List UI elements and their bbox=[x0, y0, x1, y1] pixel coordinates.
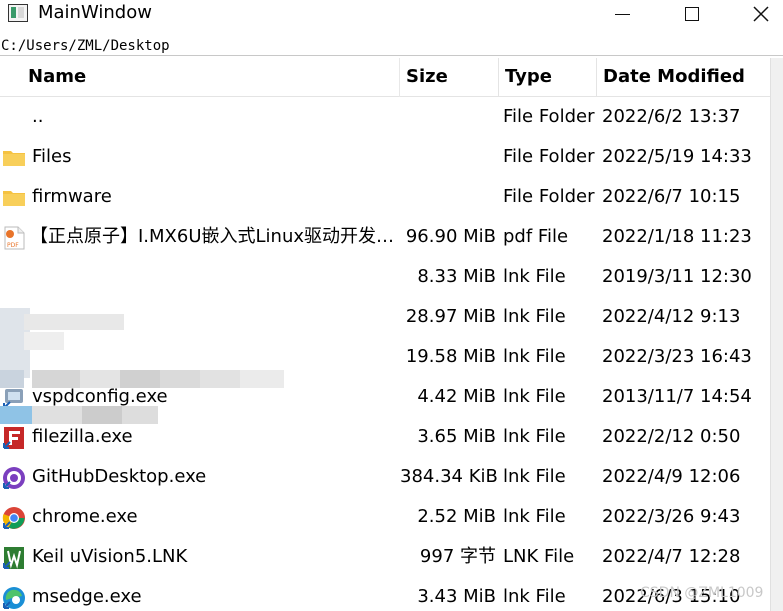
file-name: Files bbox=[32, 146, 72, 167]
file-size: 96.90 MiB bbox=[405, 226, 496, 247]
table-row[interactable]: Keil uVision5.LNK 997 字节 LNK File 2022/4… bbox=[0, 538, 770, 578]
file-type: File Folder bbox=[503, 106, 595, 127]
watermark: CSDN @ZML1009 bbox=[640, 585, 764, 601]
file-name: firmware bbox=[32, 186, 112, 207]
file-type: lnk File bbox=[503, 306, 566, 327]
file-type: File Folder bbox=[503, 146, 595, 167]
file-date: 2022/2/12 0:50 bbox=[602, 426, 741, 447]
minimize-icon bbox=[614, 13, 630, 15]
file-date: 2022/6/7 10:15 bbox=[602, 186, 741, 207]
edge-icon bbox=[3, 587, 25, 609]
file-date: 2022/4/9 12:06 bbox=[602, 466, 741, 487]
file-size bbox=[400, 178, 499, 218]
file-type: lnk File bbox=[503, 506, 566, 527]
file-size bbox=[400, 138, 499, 178]
filezilla-icon bbox=[3, 427, 24, 449]
file-type: File Folder bbox=[503, 186, 595, 207]
file-size: 3.65 MiB bbox=[417, 426, 496, 447]
file-size bbox=[400, 98, 499, 138]
file-name: vspdconfig.exe bbox=[32, 386, 168, 407]
file-date: 2019/3/11 12:30 bbox=[602, 266, 752, 287]
vspd-icon bbox=[3, 389, 23, 409]
table-row[interactable]: 19.58 MiB lnk File 2022/3/23 16:43 bbox=[0, 338, 770, 378]
folder-icon bbox=[3, 191, 25, 206]
file-type: lnk File bbox=[503, 266, 566, 287]
vertical-scrollbar[interactable] bbox=[770, 58, 783, 611]
app-window-icon bbox=[8, 4, 28, 22]
file-name: 【正点原子】I.MX6U嵌入式Linux驱动开发… bbox=[30, 226, 395, 247]
file-name bbox=[32, 298, 400, 338]
file-type: lnk File bbox=[503, 426, 566, 447]
file-name: .. bbox=[32, 106, 44, 127]
file-name: filezilla.exe bbox=[32, 426, 133, 447]
file-table: Name Size Type Date Modified .. File Fol… bbox=[0, 58, 770, 609]
file-date: 2022/4/12 9:13 bbox=[602, 306, 741, 327]
file-type: lnk File bbox=[503, 346, 566, 367]
title-bar: MainWindow bbox=[0, 0, 783, 28]
file-name: chrome.exe bbox=[32, 506, 138, 527]
table-row[interactable]: PDF 【正点原子】I.MX6U嵌入式Linux驱动开发… 96.90 MiB … bbox=[0, 218, 770, 258]
table-row[interactable]: 8.33 MiB lnk File 2019/3/11 12:30 bbox=[0, 258, 770, 298]
file-name bbox=[32, 258, 400, 298]
folder-icon bbox=[3, 151, 25, 166]
table-row[interactable]: chrome.exe 2.52 MiB lnk File 2022/3/26 9… bbox=[0, 498, 770, 538]
file-type: pdf File bbox=[503, 226, 569, 247]
file-date: 2022/3/26 9:43 bbox=[602, 506, 741, 527]
table-row[interactable]: .. File Folder 2022/6/2 13:37 bbox=[0, 98, 770, 138]
table-row[interactable]: firmware File Folder 2022/6/7 10:15 bbox=[0, 178, 770, 218]
file-date: 2022/5/19 14:33 bbox=[602, 146, 752, 167]
file-name: Keil uVision5.LNK bbox=[32, 546, 188, 567]
file-type: lnk File bbox=[503, 466, 566, 487]
file-date: 2022/4/7 12:28 bbox=[602, 546, 741, 567]
window-title: MainWindow bbox=[38, 2, 152, 23]
file-size: 28.97 MiB bbox=[405, 306, 496, 327]
keil-icon bbox=[3, 547, 24, 569]
table-row[interactable]: GitHubDesktop.exe 384.34 KiB lnk File 20… bbox=[0, 458, 770, 498]
column-header-type[interactable]: Type bbox=[499, 58, 597, 97]
file-date: 2022/3/23 16:43 bbox=[602, 346, 752, 367]
column-header-date-modified[interactable]: Date Modified bbox=[597, 58, 770, 97]
svg-text:PDF: PDF bbox=[7, 242, 19, 249]
file-size: 8.33 MiB bbox=[417, 266, 496, 287]
column-header-size[interactable]: Size bbox=[400, 58, 499, 97]
table-row[interactable]: filezilla.exe 3.65 MiB lnk File 2022/2/1… bbox=[0, 418, 770, 458]
file-name: msedge.exe bbox=[32, 586, 142, 607]
maximize-button[interactable] bbox=[669, 0, 715, 28]
column-header-name[interactable]: Name bbox=[0, 58, 400, 97]
table-row[interactable]: Files File Folder 2022/5/19 14:33 bbox=[0, 138, 770, 178]
file-size: 19.58 MiB bbox=[405, 346, 496, 367]
minimize-button[interactable] bbox=[599, 0, 645, 28]
path-field[interactable]: C:/Users/ZML/Desktop bbox=[0, 36, 783, 56]
file-name: GitHubDesktop.exe bbox=[32, 466, 207, 487]
file-size: 384.34 KiB bbox=[400, 466, 498, 487]
file-size: 4.42 MiB bbox=[417, 386, 496, 407]
close-icon bbox=[753, 6, 769, 22]
table-body: .. File Folder 2022/6/2 13:37 Files File… bbox=[0, 98, 770, 611]
file-size: 2.52 MiB bbox=[417, 506, 496, 527]
table-row[interactable]: vspdconfig.exe 4.42 MiB lnk File 2013/11… bbox=[0, 378, 770, 418]
file-name bbox=[32, 338, 400, 378]
file-size: 3.43 MiB bbox=[417, 586, 496, 607]
table-row[interactable]: 28.97 MiB lnk File 2022/4/12 9:13 bbox=[0, 298, 770, 338]
file-date: 2022/6/2 13:37 bbox=[602, 106, 741, 127]
chrome-icon bbox=[2, 507, 25, 529]
file-type: lnk File bbox=[503, 386, 566, 407]
file-date: 2022/1/18 11:23 bbox=[602, 226, 752, 247]
file-type: lnk File bbox=[503, 586, 566, 607]
file-type: LNK File bbox=[503, 546, 575, 567]
file-date: 2013/11/7 14:54 bbox=[602, 386, 752, 407]
close-button[interactable] bbox=[738, 0, 783, 28]
github-desktop-icon bbox=[3, 467, 25, 489]
maximize-icon bbox=[685, 7, 699, 21]
pdf-icon: PDF bbox=[4, 226, 25, 250]
table-header: Name Size Type Date Modified bbox=[0, 58, 770, 97]
file-size: 997 字节 bbox=[419, 546, 496, 567]
